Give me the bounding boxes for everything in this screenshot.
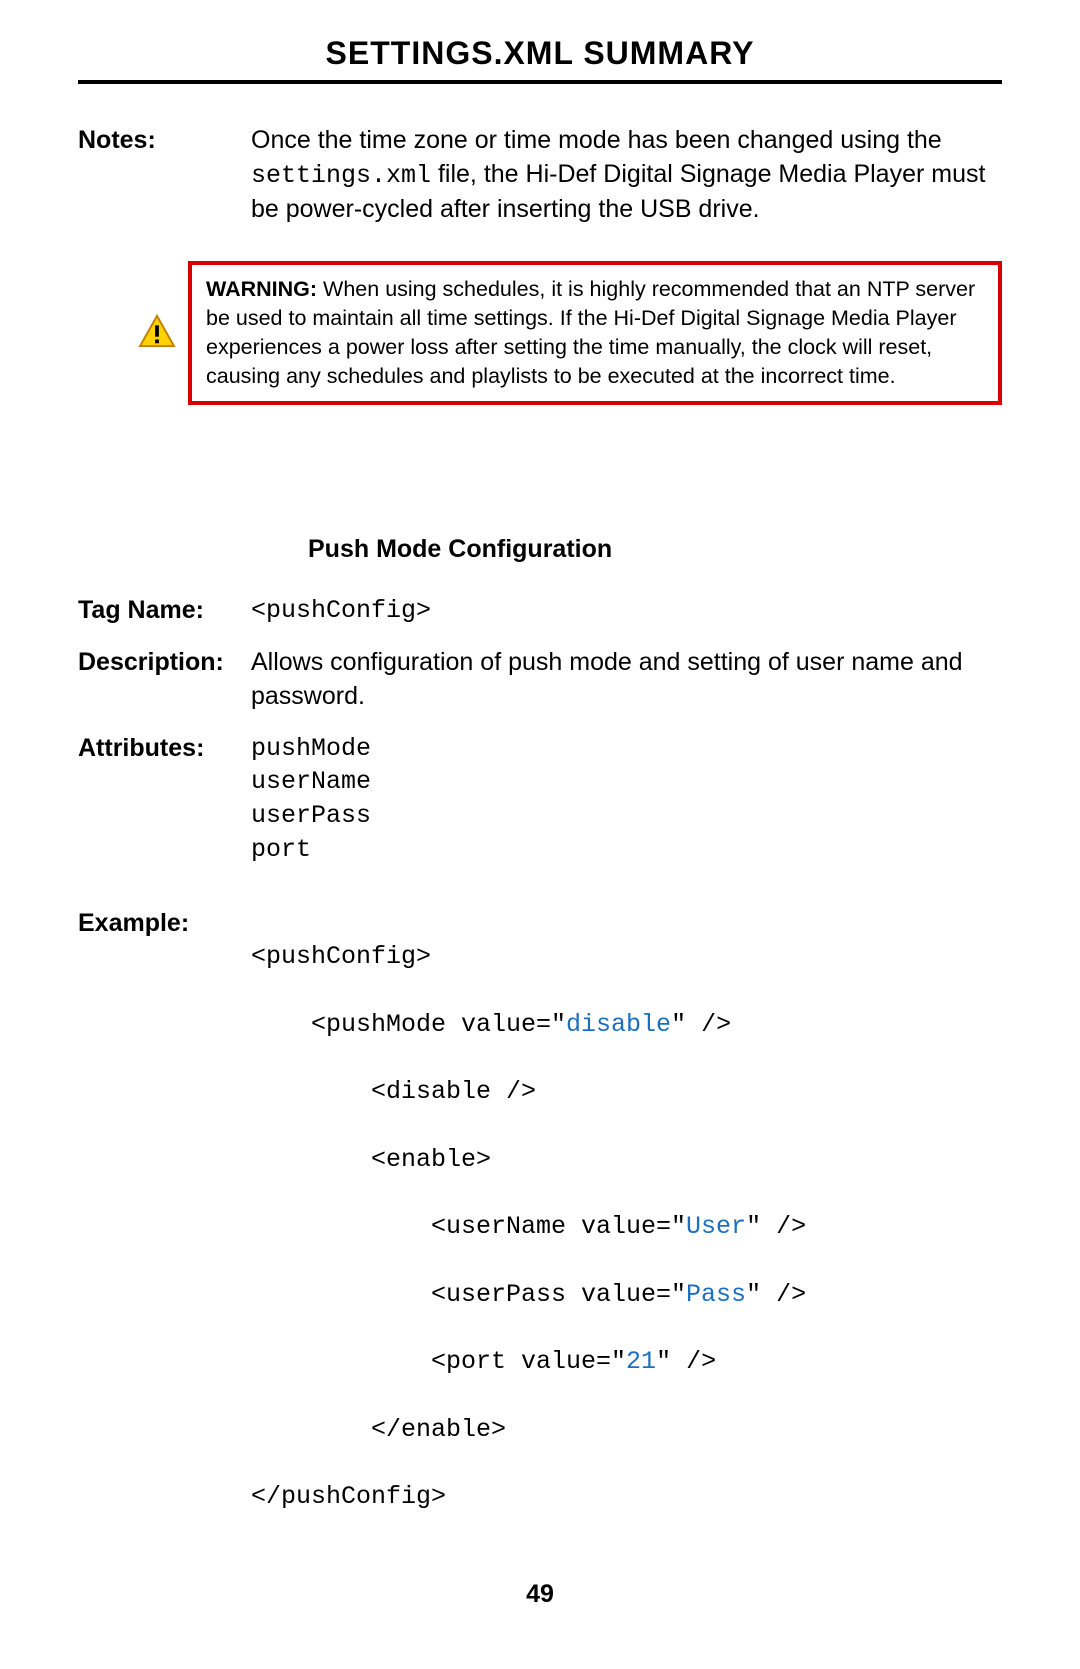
code-line: <enable> [251, 1143, 1002, 1177]
attributes-row: Attributes: pushMode userName userPass p… [78, 732, 1002, 867]
attr-item: port [251, 833, 1002, 867]
code-line: <pushConfig> [251, 940, 1002, 974]
code-line: <userPass value="Pass" /> [251, 1278, 1002, 1312]
warning-row: WARNING: When using schedules, it is hig… [138, 261, 1002, 405]
tagname-value: <pushConfig> [251, 594, 1002, 628]
warning-box: WARNING: When using schedules, it is hig… [188, 261, 1002, 405]
code-line: </enable> [251, 1413, 1002, 1447]
attributes-list: pushMode userName userPass port [251, 732, 1002, 867]
page-number: 49 [0, 1580, 1080, 1609]
code-line: </pushConfig> [251, 1480, 1002, 1514]
example-label: Example: [78, 907, 251, 941]
attr-item: userName [251, 765, 1002, 799]
description-row: Description: Allows configuration of pus… [78, 646, 1002, 714]
page-title: SETTINGS.XML SUMMARY [78, 35, 1002, 80]
code-line: <pushMode value="disable" /> [251, 1008, 1002, 1042]
warning-text: When using schedules, it is highly recom… [206, 277, 975, 388]
description-label: Description: [78, 646, 251, 680]
description-value: Allows configuration of push mode and se… [251, 646, 1002, 714]
warning-label: WARNING: [206, 277, 317, 301]
attr-item: pushMode [251, 732, 1002, 766]
document-page: SETTINGS.XML SUMMARY Notes: Once the tim… [0, 0, 1080, 1582]
notes-text: Once the time zone or time mode has been… [251, 124, 1002, 226]
section-header: Push Mode Configuration [308, 535, 1002, 564]
code-line: <disable /> [251, 1075, 1002, 1109]
example-row: Example: <pushConfig> <pushMode value="d… [78, 907, 1002, 1582]
attr-item: userPass [251, 799, 1002, 833]
warning-icon [138, 314, 176, 353]
title-rule [78, 80, 1002, 84]
notes-pre: Once the time zone or time mode has been… [251, 126, 942, 154]
example-code: <pushConfig> <pushMode value="disable" /… [251, 907, 1002, 1582]
tagname-row: Tag Name: <pushConfig> [78, 594, 1002, 628]
code-line: <port value="21" /> [251, 1345, 1002, 1379]
tagname-label: Tag Name: [78, 594, 251, 628]
notes-label: Notes: [78, 124, 251, 158]
notes-row: Notes: Once the time zone or time mode h… [78, 124, 1002, 226]
notes-code: settings.xml [251, 161, 431, 190]
attributes-label: Attributes: [78, 732, 251, 766]
code-line: <userName value="User" /> [251, 1210, 1002, 1244]
